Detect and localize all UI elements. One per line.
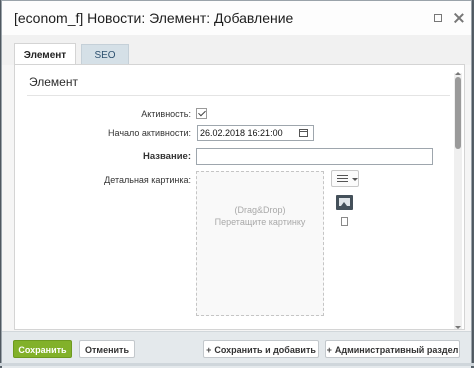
title-bar[interactable]: [econom_f] Новости: Элемент: Добавление	[2, 1, 471, 36]
cancel-button[interactable]: Отменить	[79, 340, 135, 358]
dropzone-hint: (Drag&Drop)	[234, 205, 286, 215]
name-input[interactable]	[196, 148, 433, 165]
scrollbar-thumb[interactable]	[455, 77, 461, 149]
admin-section-label: Административный раздел	[334, 345, 459, 355]
save-button[interactable]: Сохранить	[13, 340, 72, 358]
picture-menu-button[interactable]	[331, 170, 359, 187]
tab-seo[interactable]: SEO	[81, 44, 129, 66]
admin-section-button[interactable]: + Административный раздел	[325, 340, 460, 358]
chevron-down-icon	[352, 178, 358, 181]
detail-picture-label: Детальная картинка:	[104, 175, 191, 185]
image-icon[interactable]	[336, 195, 353, 210]
section-divider	[27, 95, 450, 96]
file-icon[interactable]	[341, 217, 348, 226]
scrollbar[interactable]	[454, 72, 462, 329]
section-title: Элемент	[29, 75, 78, 89]
start-date-label: Начало активности:	[108, 128, 191, 138]
dialog-window: [econom_f] Новости: Элемент: Добавление …	[1, 0, 472, 368]
plus-icon: +	[326, 345, 332, 355]
save-and-add-button[interactable]: + Сохранить и добавить	[203, 340, 319, 358]
active-label: Активность:	[141, 109, 191, 119]
close-icon[interactable]	[454, 13, 464, 23]
form-panel: Элемент Активность: Начало активности: 2…	[14, 64, 465, 330]
image-dropzone[interactable]: (Drag&Drop) Перетащите картинку	[196, 171, 324, 316]
name-label: Название:	[142, 151, 191, 162]
window-title: [econom_f] Новости: Элемент: Добавление	[14, 10, 294, 26]
scroll-down-icon[interactable]	[455, 326, 461, 329]
active-checkbox[interactable]	[196, 108, 207, 119]
scroll-up-icon[interactable]	[455, 72, 461, 75]
save-and-add-label: Сохранить и добавить	[214, 345, 316, 355]
dropzone-text: Перетащите картинку	[214, 217, 306, 227]
menu-icon	[337, 175, 348, 182]
maximize-icon[interactable]	[433, 13, 443, 23]
plus-icon: +	[206, 345, 212, 355]
start-date-input[interactable]: 26.02.2018 16:21:00	[197, 125, 314, 141]
start-date-value: 26.02.2018 16:21:00	[200, 128, 283, 138]
calendar-icon[interactable]	[299, 129, 308, 137]
tabs-bar: Элемент SEO	[2, 35, 471, 67]
